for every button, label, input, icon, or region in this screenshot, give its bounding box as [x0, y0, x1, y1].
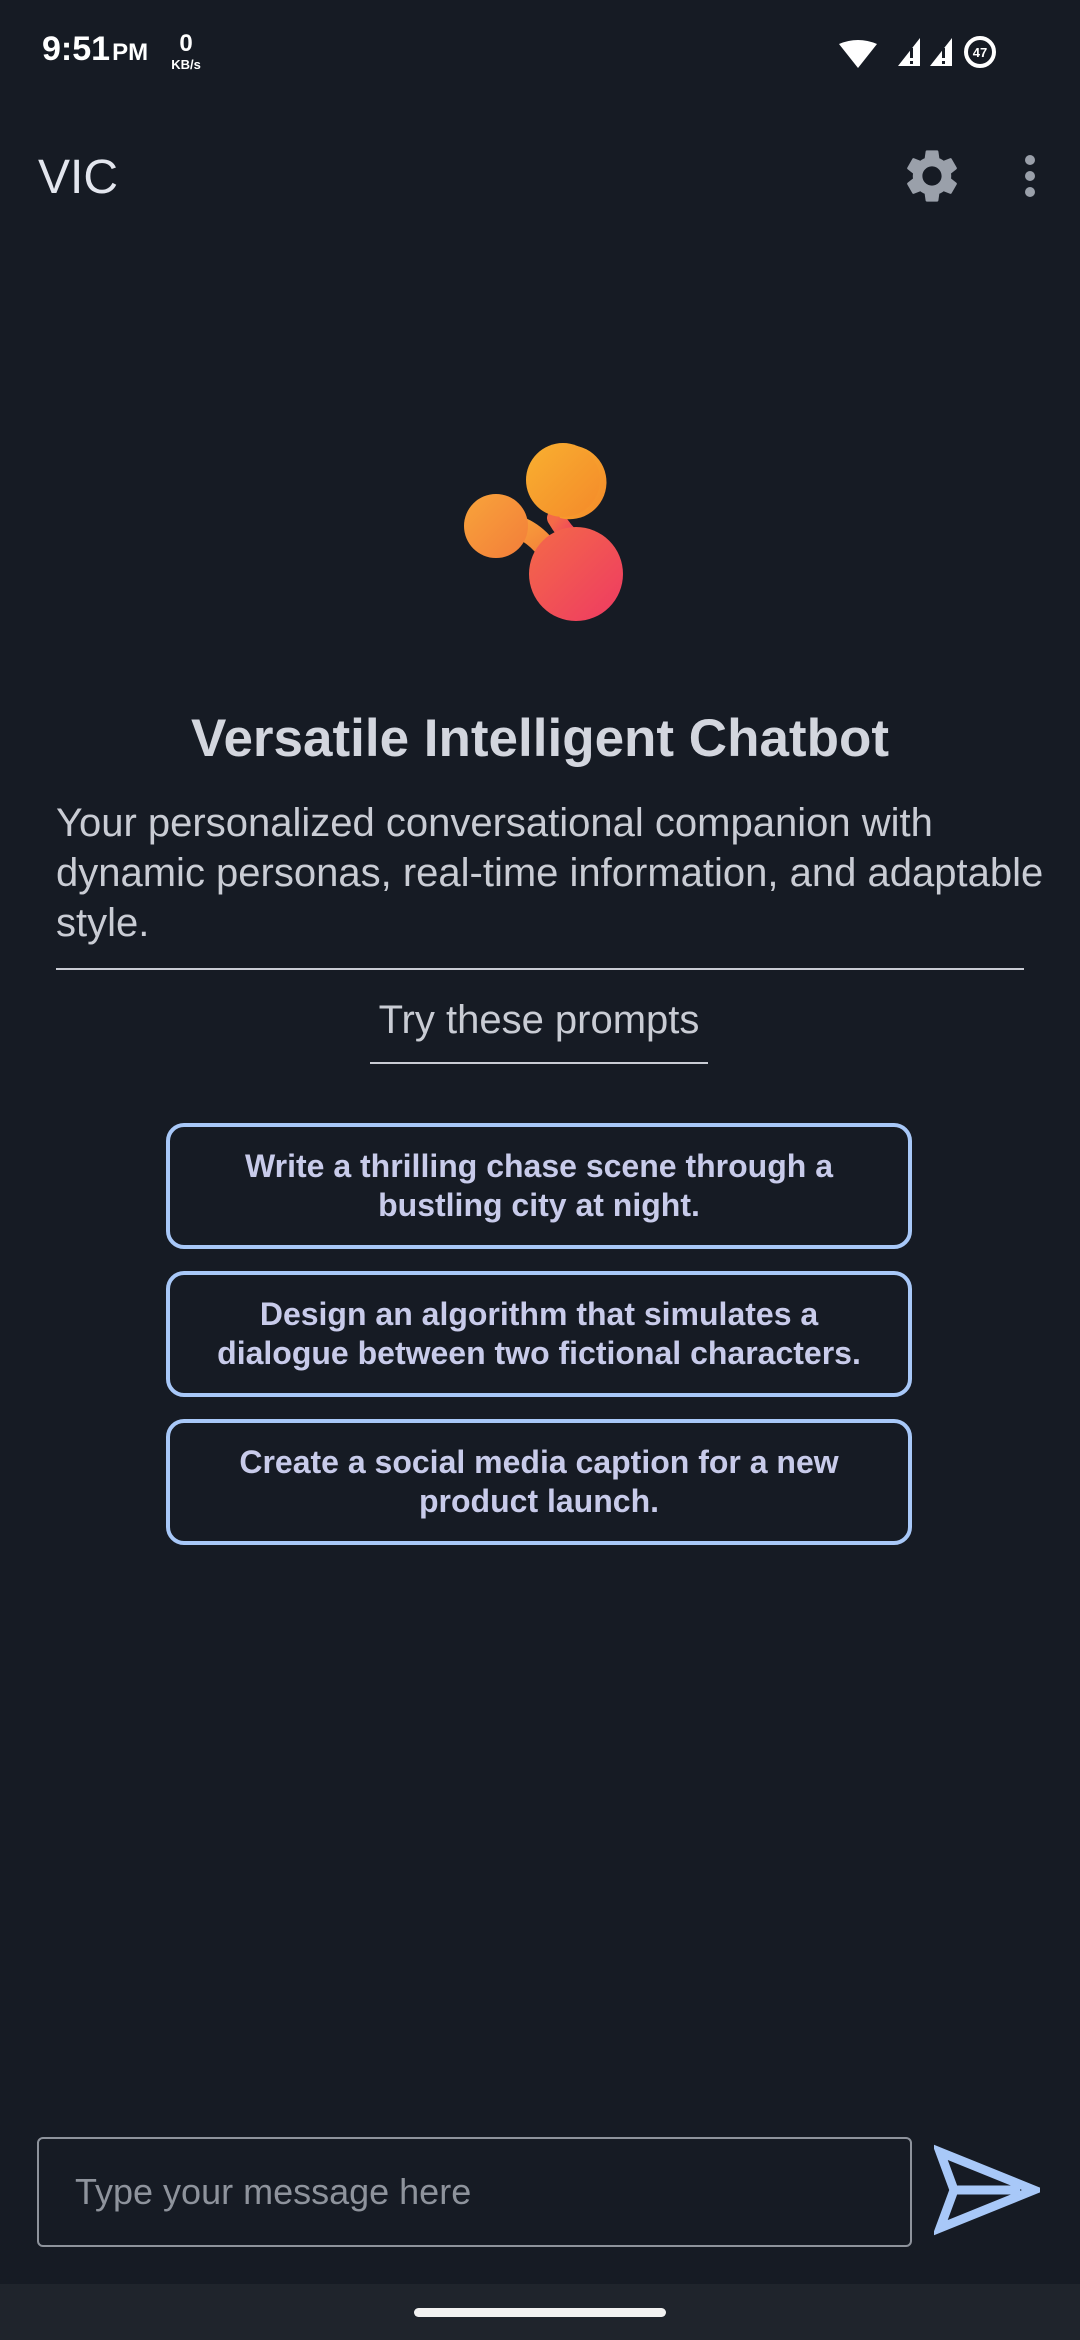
status-time-ampm: PM — [112, 39, 149, 66]
gear-icon — [907, 150, 957, 202]
signal-icon-2 — [930, 38, 952, 66]
prompt-button[interactable]: Write a thrilling chase scene through a … — [166, 1123, 912, 1249]
app-screen: 9:51PM 0 KB/s 47 VIC Versatile Intellige… — [0, 0, 1080, 2340]
status-time-value: 9:51 — [42, 30, 111, 68]
send-icon — [932, 2144, 1047, 2236]
more-options-button[interactable] — [1004, 144, 1056, 208]
network-speed-value: 0 — [179, 30, 193, 57]
app-logo — [464, 443, 623, 621]
hero-description: Your personalized conversational compani… — [56, 801, 1044, 945]
network-speed-unit: KB/s — [171, 57, 201, 72]
status-time: 9:51PM — [42, 30, 148, 69]
message-input[interactable] — [37, 2137, 912, 2247]
home-indicator[interactable] — [414, 2308, 666, 2317]
network-speed: 0 KB/s — [166, 30, 206, 72]
wifi-icon — [839, 40, 877, 68]
status-bar: 9:51PM 0 KB/s 47 — [0, 0, 1080, 104]
hero-title: Versatile Intelligent Chatbot — [191, 709, 889, 768]
prompts-heading: Try these prompts — [370, 992, 708, 1064]
divider — [56, 968, 1024, 970]
settings-button[interactable] — [900, 144, 964, 208]
battery-icon: 47 — [964, 36, 996, 68]
prompt-button[interactable]: Design an algorithm that simulates a dia… — [166, 1271, 912, 1397]
send-button[interactable] — [932, 2142, 1047, 2238]
prompt-button[interactable]: Create a social media caption for a new … — [166, 1419, 912, 1545]
signal-icon — [898, 38, 920, 66]
battery-level: 47 — [973, 45, 987, 60]
more-vert-icon — [1025, 155, 1035, 197]
app-title: VIC — [38, 151, 119, 204]
status-icons: 47 — [839, 36, 996, 68]
